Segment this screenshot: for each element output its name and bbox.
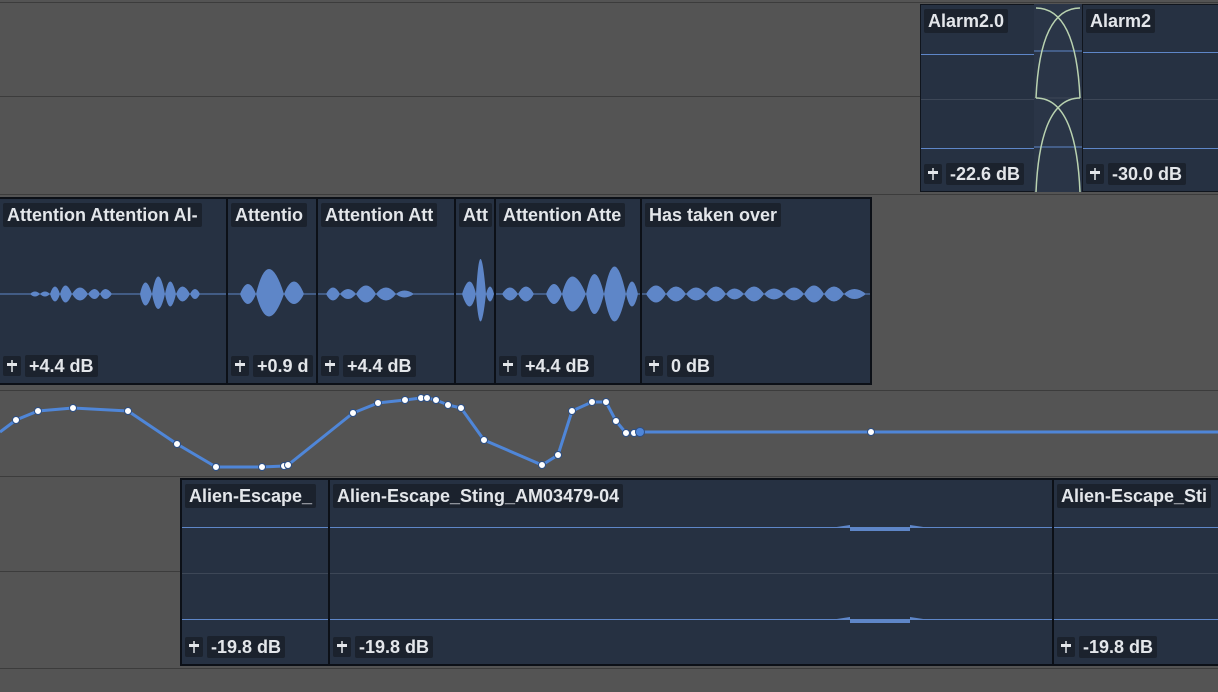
clip-gain[interactable]: -19.8 dB bbox=[333, 636, 434, 658]
clip-gain[interactable]: +4.4 dB bbox=[321, 355, 416, 377]
automation-point[interactable] bbox=[635, 427, 645, 437]
lane-divider bbox=[0, 668, 1218, 669]
lane-divider bbox=[0, 194, 1218, 195]
automation-point[interactable] bbox=[480, 436, 488, 444]
automation-point[interactable] bbox=[401, 396, 409, 404]
automation-point[interactable] bbox=[602, 398, 610, 406]
automation-point[interactable] bbox=[173, 440, 181, 448]
gain-value: -22.6 dB bbox=[946, 163, 1025, 185]
automation-point[interactable] bbox=[538, 461, 546, 469]
clip-name: Attention Atte bbox=[499, 203, 626, 227]
automation-point[interactable] bbox=[444, 401, 452, 409]
clip-gain[interactable]: +4.4 dB bbox=[3, 355, 98, 377]
automation-point[interactable] bbox=[457, 404, 465, 412]
automation-point[interactable] bbox=[69, 404, 77, 412]
gain-value: +4.4 dB bbox=[25, 355, 98, 377]
audio-clip-v6[interactable]: Has taken over 0 dB bbox=[640, 197, 872, 385]
clip-gain[interactable]: 0 dB bbox=[645, 355, 715, 377]
audio-clip-v5[interactable]: Attention Atte +4.4 dB bbox=[494, 197, 642, 385]
audio-clip-alarm20[interactable]: Alarm2.0 -22.6 dB bbox=[920, 4, 1036, 192]
lane-divider bbox=[0, 2, 1218, 3]
audio-clip-v3[interactable]: Attention Att +4.4 dB bbox=[316, 197, 456, 385]
clip-gain[interactable]: -19.8 dB bbox=[185, 636, 286, 658]
clip-name: Attentio bbox=[231, 203, 307, 227]
clip-name: Alien-Escape_Sting_AM03479-04 bbox=[333, 484, 624, 508]
gain-value: +4.4 dB bbox=[343, 355, 416, 377]
lane-divider bbox=[0, 476, 1218, 477]
clip-name: Alien-Escape_Sti bbox=[1057, 484, 1212, 508]
audio-clip-s2[interactable]: Alien-Escape_Sting_AM03479-04 -19.8 dB bbox=[328, 478, 1054, 666]
automation-point[interactable] bbox=[284, 461, 292, 469]
automation-point[interactable] bbox=[432, 396, 440, 404]
gain-value: 0 dB bbox=[667, 355, 715, 377]
gain-value: +0.9 d bbox=[253, 355, 313, 377]
automation-point[interactable] bbox=[568, 407, 576, 415]
automation-point[interactable] bbox=[212, 463, 220, 471]
gain-value: -19.8 dB bbox=[355, 636, 434, 658]
fader-icon[interactable] bbox=[231, 356, 249, 376]
automation-point[interactable] bbox=[349, 409, 357, 417]
clip-gain[interactable]: -22.6 dB bbox=[924, 163, 1025, 185]
fader-icon[interactable] bbox=[321, 356, 339, 376]
automation-point[interactable] bbox=[374, 399, 382, 407]
automation-point[interactable] bbox=[34, 407, 42, 415]
clip-name: Has taken over bbox=[645, 203, 782, 227]
audio-clip-s3[interactable]: Alien-Escape_Sti -19.8 dB bbox=[1052, 478, 1218, 666]
fader-icon[interactable] bbox=[3, 356, 21, 376]
clip-name: Alarm2.0 bbox=[924, 9, 1009, 33]
clip-name: Att bbox=[459, 203, 492, 227]
automation-point[interactable] bbox=[622, 429, 630, 437]
clip-gain[interactable]: +0.9 d bbox=[231, 355, 313, 377]
automation-envelope[interactable] bbox=[0, 390, 1218, 476]
clip-name: Attention Attention Al- bbox=[3, 203, 202, 227]
automation-point[interactable] bbox=[258, 463, 266, 471]
automation-point[interactable] bbox=[12, 416, 20, 424]
clip-name: Attention Att bbox=[321, 203, 438, 227]
gain-value: -19.8 dB bbox=[207, 636, 286, 658]
fader-icon[interactable] bbox=[1086, 164, 1104, 184]
gain-value: +4.4 dB bbox=[521, 355, 594, 377]
automation-point[interactable] bbox=[612, 417, 620, 425]
audio-clip-s1[interactable]: Alien-Escape_ -19.8 dB bbox=[180, 478, 330, 666]
automation-point[interactable] bbox=[867, 428, 875, 436]
gain-value: -30.0 dB bbox=[1108, 163, 1187, 185]
audio-clip-v4[interactable]: Att bbox=[454, 197, 496, 385]
fader-icon[interactable] bbox=[185, 637, 203, 657]
fader-icon[interactable] bbox=[924, 164, 942, 184]
clip-name: Alien-Escape_ bbox=[185, 484, 317, 508]
clip-gain[interactable]: +4.4 dB bbox=[499, 355, 594, 377]
clip-gain[interactable]: -30.0 dB bbox=[1086, 163, 1187, 185]
automation-point[interactable] bbox=[588, 398, 596, 406]
audio-clip-alarm2[interactable]: Alarm2 -30.0 dB bbox=[1082, 4, 1218, 192]
fader-icon[interactable] bbox=[333, 637, 351, 657]
fader-icon[interactable] bbox=[645, 356, 663, 376]
fader-icon[interactable] bbox=[1057, 637, 1075, 657]
automation-point[interactable] bbox=[423, 394, 431, 402]
automation-point[interactable] bbox=[554, 451, 562, 459]
gain-value: -19.8 dB bbox=[1079, 636, 1158, 658]
clip-name: Alarm2 bbox=[1086, 9, 1156, 33]
audio-clip-v2[interactable]: Attentio +0.9 d bbox=[226, 197, 318, 385]
crossfade-curve[interactable] bbox=[1034, 4, 1082, 192]
fader-icon[interactable] bbox=[499, 356, 517, 376]
clip-gain[interactable]: -19.8 dB bbox=[1057, 636, 1158, 658]
audio-clip-v1[interactable]: Attention Attention Al- +4.4 dB bbox=[0, 197, 228, 385]
automation-point[interactable] bbox=[124, 407, 132, 415]
